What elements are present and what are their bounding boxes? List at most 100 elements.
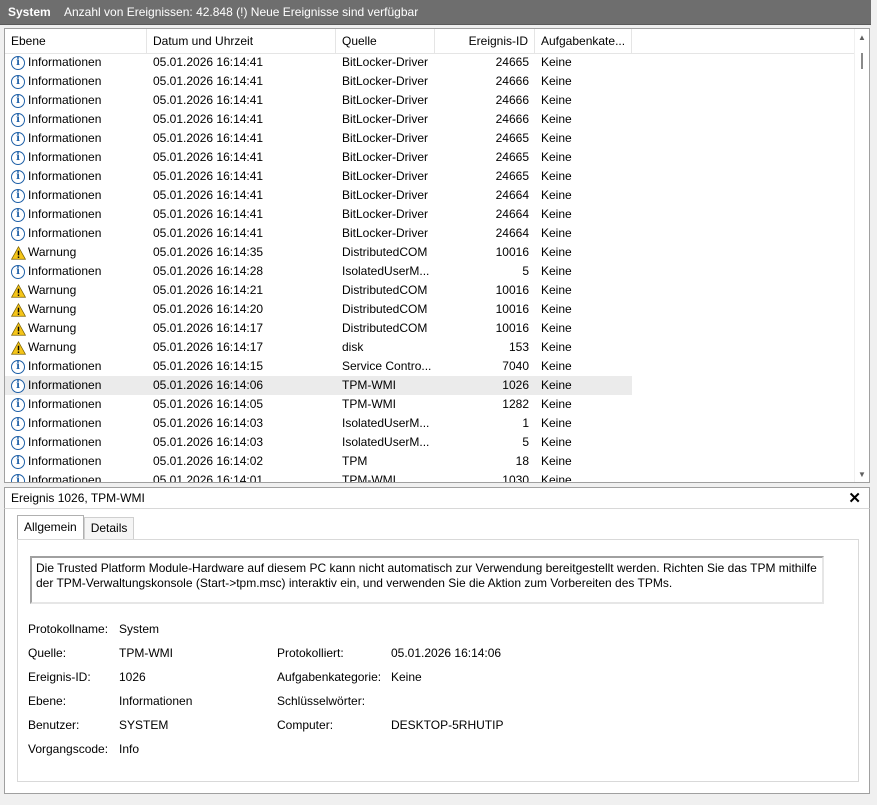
cell-level: i Informationen [5,53,147,72]
level-text: Informationen [28,74,102,88]
table-row[interactable]: Warnung 05.01.2026 16:14:21 DistributedCOM… [5,281,855,300]
cell-source: TPM [342,454,368,468]
cell-level: i Informationen [5,471,147,483]
cell-level: i Informationen [5,205,147,224]
cell-level: Warnung [5,281,147,300]
table-row[interactable]: Warnung 05.01.2026 16:14:17 DistributedCOM… [5,319,855,338]
table-row[interactable]: i Informationen 05.01.2026 16:14:41 BitLock… [5,91,855,110]
cell-source: IsolatedUserM... [342,435,430,449]
cell-event-id: 10016 [495,283,529,297]
table-row[interactable]: i Informationen 05.01.2026 16:14:41 BitLock… [5,110,855,129]
vertical-scrollbar[interactable]: ▲ ▼ [854,29,869,482]
cell-event-id: 24666 [495,112,529,126]
scroll-up-arrow-icon[interactable]: ▲ [855,29,869,45]
label-source: Quelle: [28,646,67,660]
table-row[interactable]: i Informationen 05.01.2026 16:14:03 Isolate… [5,433,855,452]
table-row[interactable]: i Informationen 05.01.2026 16:14:03 Isolate… [5,414,855,433]
table-row[interactable]: Warnung 05.01.2026 16:14:20 DistributedCOM… [5,300,855,319]
cell-task-category: Keine [535,376,632,395]
cell-level: i Informationen [5,433,147,452]
scrollbar-thumb[interactable] [861,53,863,69]
cell-source: DistributedCOM [342,245,428,259]
cell-level: i Informationen [5,167,147,186]
label-task-category: Aufgabenkategorie: [277,670,382,684]
table-row[interactable]: i Informationen 05.01.2026 16:14:05 TPM-WMI… [5,395,855,414]
cell-event-id: 5 [522,435,529,449]
cell-source: TPM-WMI [342,473,396,483]
table-row[interactable]: i Informationen 05.01.2026 16:14:15 Service… [5,357,855,376]
level-text: Informationen [28,150,102,164]
table-row[interactable]: i Informationen 05.01.2026 16:14:41 BitLock… [5,53,855,72]
table-row[interactable]: i Informationen 05.01.2026 16:14:41 BitLock… [5,186,855,205]
info-icon: i [11,112,25,127]
cell-date: 05.01.2026 16:14:20 [153,302,264,316]
label-keywords: Schlüsselwörter: [277,694,366,708]
cell-date: 05.01.2026 16:14:03 [153,435,264,449]
info-icon: i [11,150,25,165]
table-row[interactable]: i Informationen 05.01.2026 16:14:41 BitLock… [5,224,855,243]
cell-event-id: 10016 [495,302,529,316]
cell-date: 05.01.2026 16:14:41 [153,55,264,69]
level-text: Informationen [28,359,102,373]
cell-date: 05.01.2026 16:14:05 [153,397,264,411]
table-row[interactable]: i Informationen 05.01.2026 16:14:41 BitLock… [5,167,855,186]
level-text: Informationen [28,473,102,483]
column-header-source[interactable]: Quelle [336,29,435,53]
cell-source: BitLocker-Driver [342,150,429,164]
level-text: Informationen [28,378,102,392]
table-row[interactable]: i Informationen 05.01.2026 16:14:28 Isolate… [5,262,855,281]
cell-task-category: Keine [541,435,572,449]
info-icon: i [11,397,25,412]
table-row[interactable]: Warnung 05.01.2026 16:14:35 DistributedCOM… [5,243,855,262]
info-icon: i [11,416,25,431]
table-row[interactable]: Warnung 05.01.2026 16:14:17 disk 153 Keine [5,338,855,357]
column-header-task-category[interactable]: Aufgabenkate... [535,29,632,53]
info-icon: i [11,359,25,374]
cell-level: i Informationen [5,129,147,148]
level-text: Informationen [28,397,102,411]
column-header-date[interactable]: Datum und Uhrzeit [147,29,336,53]
cell-source: BitLocker-Driver [342,188,429,202]
level-text: Informationen [28,169,102,183]
table-row[interactable]: i Informationen 05.01.2026 16:14:41 BitLock… [5,148,855,167]
cell-event-id: 24665 [495,131,529,145]
table-row[interactable]: i Informationen 05.01.2026 16:14:41 BitLock… [5,129,855,148]
table-row[interactable]: i Informationen 05.01.2026 16:14:41 BitLock… [5,72,855,91]
column-header-event-id[interactable]: Ereignis-ID [435,29,535,53]
cell-task-category: Keine [541,264,572,278]
table-row[interactable]: i Informationen 05.01.2026 16:14:01 TPM-WMI… [5,471,855,483]
cell-source: disk [342,340,364,354]
cell-level: i Informationen [5,395,147,414]
event-message[interactable]: Die Trusted Platform Module-Hardware auf… [30,556,824,604]
cell-task-category: Keine [541,169,572,183]
label-event-id: Ereignis-ID: [28,670,91,684]
cell-source: BitLocker-Driver [342,131,429,145]
table-row[interactable]: i Informationen 05.01.2026 16:14:06 TPM-WMI… [5,376,855,395]
level-text: Warnung [28,245,77,259]
tab-allgemein[interactable]: Allgemein [17,515,84,539]
info-icon: i [11,378,25,393]
warning-icon [11,302,26,317]
cell-task-category: Keine [541,188,572,202]
cell-task-category: Keine [541,454,572,468]
cell-source: BitLocker-Driver [342,169,429,183]
cell-level: i Informationen [5,224,147,243]
cell-source: IsolatedUserM... [342,264,430,278]
cell-event-id: 18 [515,454,529,468]
cell-date: 05.01.2026 16:14:41 [153,207,264,221]
event-list[interactable]: Ebene Datum und Uhrzeit Quelle Ereignis-… [4,28,870,483]
info-icon: i [11,207,25,222]
column-header-row: Ebene Datum und Uhrzeit Quelle Ereignis-… [5,29,855,54]
close-icon[interactable]: ✕ [848,489,861,507]
info-icon: i [11,473,25,482]
event-rows: i Informationen 05.01.2026 16:14:41 BitLock… [5,53,855,483]
cell-event-id: 24665 [495,55,529,69]
cell-task-category: Keine [541,74,572,88]
cell-task-category: Keine [541,397,572,411]
value-task-category: Keine [391,670,422,684]
tab-details[interactable]: Details [83,517,135,539]
table-row[interactable]: i Informationen 05.01.2026 16:14:02 TPM 18 Ke… [5,452,855,471]
column-header-level[interactable]: Ebene [5,29,147,53]
scroll-down-arrow-icon[interactable]: ▼ [855,466,869,482]
table-row[interactable]: i Informationen 05.01.2026 16:14:41 BitLock… [5,205,855,224]
